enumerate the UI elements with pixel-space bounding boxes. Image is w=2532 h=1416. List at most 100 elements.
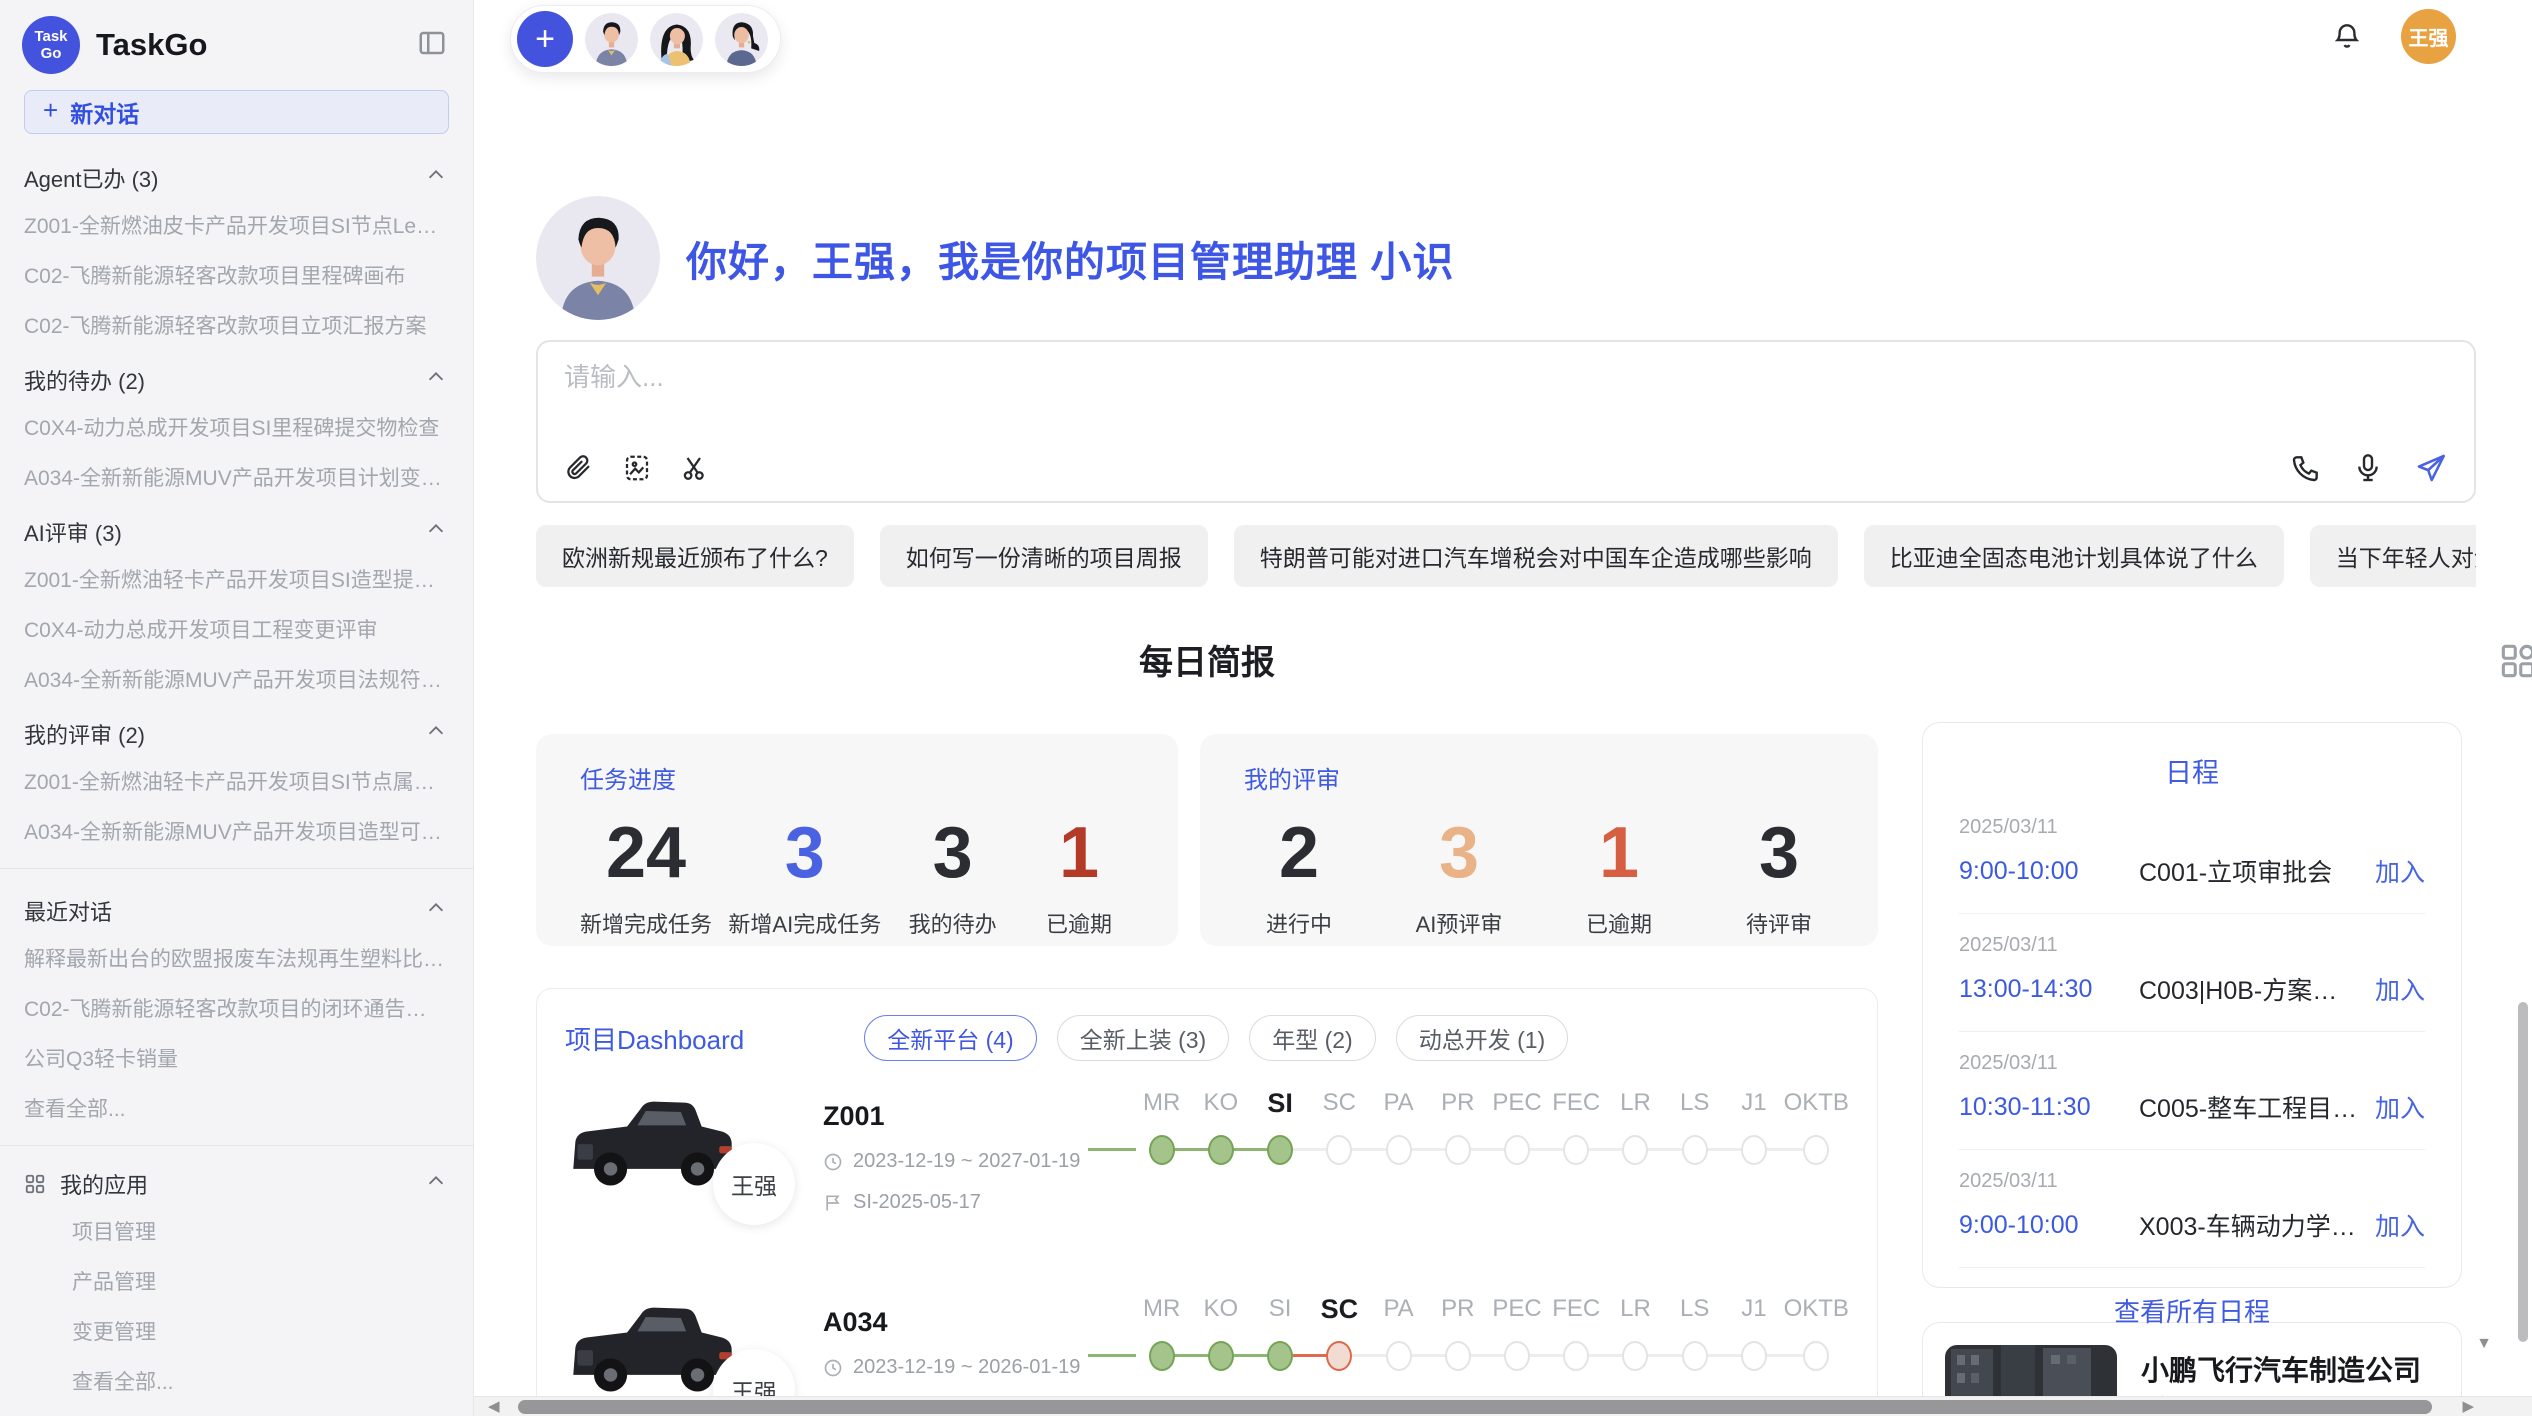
- join-link[interactable]: 加入: [2375, 971, 2425, 1007]
- milestone: PEC: [1487, 1085, 1546, 1267]
- attachment-icon[interactable]: [564, 453, 594, 483]
- milestone-dot: [1445, 1135, 1471, 1165]
- sidebar-item[interactable]: A034-全新新能源MUV产品开发项目法规符合性评审: [0, 654, 473, 704]
- chevron-up-icon[interactable]: [425, 720, 447, 748]
- sidebar-item[interactable]: C0X4-动力总成开发项目SI里程碑提交物检查: [0, 402, 473, 452]
- section-title: 最近对话: [24, 895, 112, 927]
- section-title: 我的待办 (2): [24, 364, 145, 396]
- schedule-item: 2025/03/11 10:30-11:30 C005-整车工程目标评审 加入: [1959, 1032, 2425, 1150]
- sidebar-section-header[interactable]: 最近对话: [0, 881, 473, 933]
- join-link[interactable]: 加入: [2375, 853, 2425, 889]
- send-icon[interactable]: [2414, 451, 2448, 485]
- image-icon[interactable]: [622, 453, 652, 483]
- stat: 3 我的待办: [898, 813, 1008, 939]
- vertical-scrollbar-thumb[interactable]: [2518, 1002, 2528, 1342]
- sidebar-section-header[interactable]: AI评审 (3): [0, 502, 473, 554]
- sidebar-section: Agent已办 (3) Z001-全新燃油皮卡产品开发项目SI节点Lesson …: [0, 148, 473, 350]
- milestone: PR: [1428, 1085, 1487, 1267]
- sidebar-item[interactable]: C02-飞腾新能源轻客改款项目立项汇报方案: [0, 300, 473, 350]
- sidebar-item[interactable]: A034-全新新能源MUV产品开发项目造型可行性评审: [0, 806, 473, 856]
- suggestion-chip[interactable]: 特朗普可能对进口汽车增税会对中国车企造成哪些影响: [1234, 525, 1838, 587]
- project-row[interactable]: 王强 Z001 2023-12-19 ~ 2027-01-19 SI-2025-…: [565, 1075, 1849, 1267]
- sidebar-section-header[interactable]: Agent已办 (3): [0, 148, 473, 200]
- owner-badge: 王强: [713, 1143, 795, 1225]
- add-member-button[interactable]: +: [517, 11, 573, 67]
- stat: 24 新增完成任务: [580, 813, 712, 939]
- chevron-up-icon[interactable]: [425, 366, 447, 394]
- sidebar-item-my-apps[interactable]: 我的应用: [0, 1158, 473, 1206]
- schedule-time: 9:00-10:00: [1959, 1211, 2139, 1240]
- sidebar-item[interactable]: C02-飞腾新能源轻客改款项目里程碑画布: [0, 250, 473, 300]
- scroll-down-arrow[interactable]: ▼: [2476, 1336, 2492, 1351]
- suggestion-chip[interactable]: 如何写一份清晰的项目周报: [880, 525, 1208, 587]
- sidebar-section-header[interactable]: 我的评审 (2): [0, 704, 473, 756]
- stat-card-title: 我的评审: [1244, 760, 1834, 795]
- dashboard-filter-chip[interactable]: 全新上装 (3): [1057, 1015, 1230, 1061]
- content-columns: 每日简报 任务进度 24 新增完成任务 3 新增AI完成任务 3 我的待办 1 …: [536, 635, 2532, 1396]
- dashboard-filter-chip[interactable]: 动总开发 (1): [1396, 1015, 1569, 1061]
- avatar-member-2[interactable]: [650, 13, 703, 66]
- sidebar-item[interactable]: 项目管理: [0, 1206, 473, 1256]
- stat: 1 已逾期: [1564, 813, 1674, 939]
- chevron-up-icon[interactable]: [425, 1170, 447, 1198]
- milestone: J1: [1724, 1085, 1783, 1267]
- sidebar-item-cloud-space[interactable]: 我的云空间: [0, 1406, 473, 1416]
- sidebar-item[interactable]: Z001-全新燃油轻卡产品开发项目SI造型提交物评审: [0, 554, 473, 604]
- milestone: PA: [1369, 1291, 1428, 1396]
- sidebar-item[interactable]: C0X4-动力总成开发项目工程变更评审: [0, 604, 473, 654]
- stat-value: 3: [1724, 813, 1834, 893]
- briefing-apps-icon[interactable]: [2496, 639, 2532, 688]
- chevron-up-icon[interactable]: [425, 897, 447, 925]
- milestone-label: PEC: [1492, 1291, 1541, 1327]
- section-title: Agent已办 (3): [24, 162, 159, 194]
- dashboard-filter-chip[interactable]: 全新平台 (4): [864, 1015, 1037, 1061]
- sidebar-item[interactable]: A034-全新新能源MUV产品开发项目计划变更表编写: [0, 452, 473, 502]
- dashboard-filter-chip[interactable]: 年型 (2): [1249, 1015, 1376, 1061]
- suggestion-chip[interactable]: 比亚迪全固态电池计划具体说了什么: [1864, 525, 2284, 587]
- chevron-up-icon[interactable]: [425, 164, 447, 192]
- milestone-label: PA: [1383, 1291, 1413, 1327]
- sidebar-item[interactable]: 查看全部...: [0, 1356, 473, 1406]
- scroll-right-arrow[interactable]: ▶: [2462, 1399, 2474, 1414]
- stat-value: 3: [728, 813, 881, 893]
- notification-bell-icon[interactable]: [2331, 20, 2363, 52]
- phone-icon[interactable]: [2290, 452, 2322, 484]
- sidebar-item[interactable]: 解释最新出台的欧盟报废车法规再生塑料比例被调至15%...: [0, 933, 473, 983]
- stat-value: 3: [1404, 813, 1514, 893]
- section-title: AI评审 (3): [24, 516, 122, 548]
- milestone-dot: [1563, 1135, 1589, 1165]
- timeline-lead: [1088, 1291, 1132, 1396]
- sidebar-item[interactable]: Z001-全新燃油皮卡产品开发项目SI节点Lesson Learn报告: [0, 200, 473, 250]
- microphone-icon[interactable]: [2352, 452, 2384, 484]
- sidebar-item[interactable]: C02-飞腾新能源轻客改款项目的闭环通告反馈情况: [0, 983, 473, 1033]
- news-card[interactable]: 小鹏飞行汽车制造公司增资 天眼查 App 显示，近日广州汇天飞行汽: [1922, 1322, 2462, 1396]
- suggestion-chip[interactable]: 当下年轻人对汽车外观有怎样的喜好趋势: [2310, 525, 2476, 587]
- sidebar-item[interactable]: Z001-全新燃油轻卡产品开发项目SI节点属性5D文件评审: [0, 756, 473, 806]
- horizontal-scrollbar[interactable]: ◀ ▶: [474, 1396, 2532, 1416]
- stat: 3 待评审: [1724, 813, 1834, 939]
- avatar-member-1[interactable]: [585, 13, 638, 66]
- scissors-icon[interactable]: [680, 453, 710, 483]
- user-avatar[interactable]: 王强: [2401, 9, 2456, 64]
- milestone-label: LR: [1620, 1291, 1651, 1327]
- schedule-row: 9:00-10:00 C001-立项审批会 加入: [1959, 853, 2425, 889]
- avatar-member-3[interactable]: [715, 13, 768, 66]
- sidebar-item[interactable]: 查看全部...: [0, 1083, 473, 1133]
- sidebar-item[interactable]: 公司Q3轻卡销量: [0, 1033, 473, 1083]
- new-chat-button[interactable]: + 新对话: [24, 90, 449, 134]
- chevron-up-icon[interactable]: [425, 518, 447, 546]
- sidebar-item[interactable]: 产品管理: [0, 1256, 473, 1306]
- horizontal-scrollbar-thumb[interactable]: [518, 1400, 2432, 1414]
- project-row[interactable]: 王强 A034 2023-12-19 ~ 2026-01-19 SC-2025-…: [565, 1281, 1849, 1396]
- project-thumb: 王强: [565, 1281, 823, 1396]
- join-link[interactable]: 加入: [2375, 1089, 2425, 1125]
- suggestion-chip[interactable]: 欧洲新规最近颁布了什么?: [536, 525, 854, 587]
- chat-input[interactable]: [564, 362, 2448, 393]
- sidebar-item[interactable]: 变更管理: [0, 1306, 473, 1356]
- stat-label: 已逾期: [1024, 907, 1134, 939]
- sidebar-section-header[interactable]: 我的待办 (2): [0, 350, 473, 402]
- sidebar-collapse-icon[interactable]: [417, 28, 447, 63]
- scroll-left-arrow[interactable]: ◀: [488, 1399, 500, 1414]
- milestone: SI: [1250, 1291, 1309, 1396]
- join-link[interactable]: 加入: [2375, 1207, 2425, 1243]
